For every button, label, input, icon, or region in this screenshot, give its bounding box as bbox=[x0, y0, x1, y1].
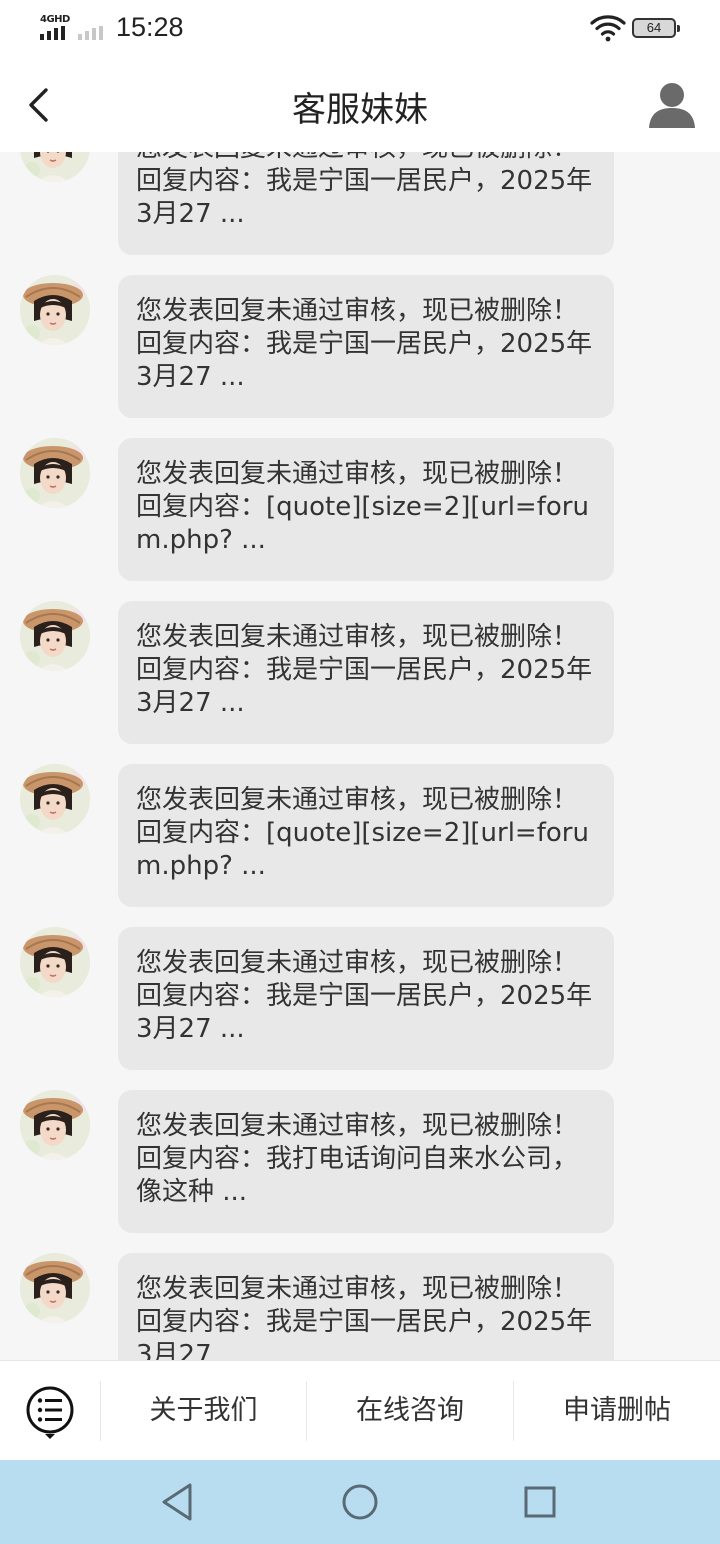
avatar[interactable] bbox=[20, 927, 90, 997]
square-recent-icon[interactable] bbox=[518, 1480, 562, 1524]
chat-message-list[interactable]: 您发表回复未通过审核，现已被删除！ 回复内容：我是宁国一居民户，2025年3月2… bbox=[0, 152, 720, 1360]
message-bubble[interactable]: 您发表回复未通过审核，现已被删除！ 回复内容：我是宁国一居民户，2025年3月2… bbox=[118, 927, 614, 1070]
message-row: 您发表回复未通过审核，现已被删除！ 回复内容：我是宁国一居民户，2025年3月2… bbox=[0, 152, 720, 255]
avatar[interactable] bbox=[20, 152, 90, 182]
avatar[interactable] bbox=[20, 275, 90, 345]
message-row: 您发表回复未通过审核，现已被删除！ 回复内容：[quote][size=2][u… bbox=[0, 764, 720, 907]
status-bar: 4GHD 15:28 64 bbox=[0, 0, 720, 58]
chevron-left-icon[interactable] bbox=[18, 80, 62, 130]
message-row: 您发表回复未通过审核，现已被删除！ 回复内容：我打电话询问自来水公司，像这种 .… bbox=[0, 1090, 720, 1233]
message-bubble[interactable]: 您发表回复未通过审核，现已被删除！ 回复内容：[quote][size=2][u… bbox=[118, 438, 614, 581]
avatar[interactable] bbox=[20, 1253, 90, 1323]
message-row: 您发表回复未通过审核，现已被删除！ 回复内容：我是宁国一居民户，2025年3月2… bbox=[0, 275, 720, 418]
message-bubble[interactable]: 您发表回复未通过审核，现已被删除！ 回复内容：我是宁国一居民户，2025年3月2… bbox=[118, 1253, 614, 1360]
list-menu-icon[interactable] bbox=[24, 1385, 76, 1441]
message-row: 您发表回复未通过审核，现已被删除！ 回复内容：[quote][size=2][u… bbox=[0, 438, 720, 581]
signal-bars-icon bbox=[40, 26, 65, 40]
battery-icon: 64 bbox=[632, 18, 680, 38]
message-row: 您发表回复未通过审核，现已被删除！ 回复内容：我是宁国一居民户，2025年3月2… bbox=[0, 601, 720, 744]
message-bubble[interactable]: 您发表回复未通过审核，现已被删除！ 回复内容：我是宁国一居民户，2025年3月2… bbox=[118, 152, 614, 255]
message-bubble[interactable]: 您发表回复未通过审核，现已被删除！ 回复内容：[quote][size=2][u… bbox=[118, 764, 614, 907]
avatar[interactable] bbox=[20, 764, 90, 834]
page-title: 客服妹妹 bbox=[292, 90, 428, 130]
message-row: 您发表回复未通过审核，现已被删除！ 回复内容：我是宁国一居民户，2025年3月2… bbox=[0, 1253, 720, 1360]
system-navigation-bar bbox=[0, 1460, 720, 1544]
message-bubble[interactable]: 您发表回复未通过审核，现已被删除！ 回复内容：我是宁国一居民户，2025年3月2… bbox=[118, 275, 614, 418]
message-bubble[interactable]: 您发表回复未通过审核，现已被删除！ 回复内容：我是宁国一居民户，2025年3月2… bbox=[118, 601, 614, 744]
triangle-back-icon[interactable] bbox=[156, 1480, 200, 1524]
clock: 15:28 bbox=[116, 12, 184, 42]
wifi-icon bbox=[590, 15, 626, 42]
user-icon[interactable] bbox=[646, 78, 698, 130]
circle-home-icon[interactable] bbox=[338, 1480, 382, 1524]
menu-item-request-deletion[interactable]: 申请删帖 bbox=[514, 1361, 720, 1461]
avatar[interactable] bbox=[20, 1090, 90, 1160]
menu-item-about-us[interactable]: 关于我们 bbox=[101, 1361, 306, 1461]
menu-item-online-consult[interactable]: 在线咨询 bbox=[307, 1361, 513, 1461]
network-type-label: 4GHD bbox=[40, 14, 70, 25]
signal-indicator: 4GHD bbox=[40, 14, 110, 40]
header: 客服妹妹 bbox=[0, 58, 720, 152]
message-row: 您发表回复未通过审核，现已被删除！ 回复内容：我是宁国一居民户，2025年3月2… bbox=[0, 927, 720, 1070]
signal-bars-secondary-icon bbox=[78, 26, 103, 40]
battery-level: 64 bbox=[646, 20, 662, 35]
message-bubble[interactable]: 您发表回复未通过审核，现已被删除！ 回复内容：我打电话询问自来水公司，像这种 .… bbox=[118, 1090, 614, 1233]
avatar[interactable] bbox=[20, 438, 90, 508]
avatar[interactable] bbox=[20, 601, 90, 671]
bottom-menu: 关于我们 在线咨询 申请删帖 bbox=[0, 1360, 720, 1460]
